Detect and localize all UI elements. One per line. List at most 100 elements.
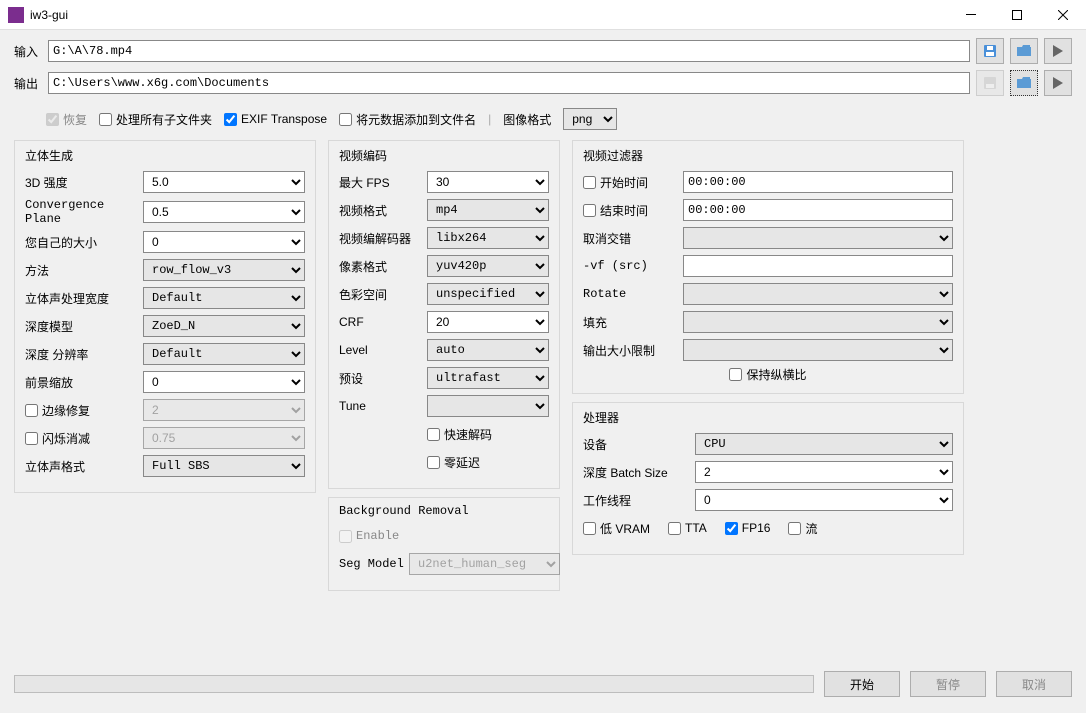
batch-select[interactable]: 2: [695, 461, 953, 483]
flicker-checkbox[interactable]: 闪烁消减: [25, 430, 143, 447]
seg-model-select: u2net_human_seg: [409, 553, 560, 575]
tune-select[interactable]: [427, 395, 549, 417]
keep-aspect-checkbox[interactable]: 保持纵横比: [729, 366, 806, 383]
stream-checkbox[interactable]: 流: [788, 520, 817, 537]
browse-output-button[interactable]: [1010, 70, 1038, 96]
strength-label: 3D 强度: [25, 174, 143, 191]
start-time-checkbox[interactable]: 开始时间: [583, 174, 683, 191]
progress-bar: [14, 675, 814, 693]
own-size-select[interactable]: 0: [143, 231, 305, 253]
edge-repair-select: 2: [143, 399, 305, 421]
max-fps-label: 最大 FPS: [339, 174, 427, 191]
maximize-button[interactable]: [994, 0, 1040, 30]
pause-button: 暂停: [910, 671, 986, 697]
colorspace-label: 色彩空间: [339, 286, 427, 303]
threads-label: 工作线程: [583, 492, 695, 509]
colorspace-select[interactable]: unspecified: [427, 283, 549, 305]
fp16-checkbox[interactable]: FP16: [725, 521, 771, 535]
foreground-scale-select[interactable]: 0: [143, 371, 305, 393]
vf-label: -vf (src): [583, 259, 683, 273]
processor-panel: 处理器 设备CPU 深度 Batch Size2 工作线程0 低 VRAM TT…: [572, 402, 964, 555]
batch-label: 深度 Batch Size: [583, 464, 695, 481]
video-format-label: 视频格式: [339, 202, 427, 219]
crf-select[interactable]: 20: [427, 311, 549, 333]
rotate-label: Rotate: [583, 287, 683, 301]
end-time-input[interactable]: [683, 199, 953, 221]
video-encode-panel: 视频编码 最大 FPS30 视频格式mp4 视频编解码器libx264 像素格式…: [328, 140, 560, 489]
pixfmt-label: 像素格式: [339, 258, 427, 275]
window-title: iw3-gui: [30, 8, 948, 22]
rotate-select[interactable]: [683, 283, 953, 305]
stereo-format-label: 立体声格式: [25, 458, 143, 475]
strength-select[interactable]: 5.0: [143, 171, 305, 193]
output-path-field[interactable]: [48, 72, 970, 94]
end-time-checkbox[interactable]: 结束时间: [583, 202, 683, 219]
stereo-panel: 立体生成 3D 强度5.0 Convergence Plane0.5 您自己的大…: [14, 140, 316, 493]
deinterlace-select[interactable]: [683, 227, 953, 249]
own-size-label: 您自己的大小: [25, 234, 143, 251]
crf-label: CRF: [339, 315, 427, 329]
deinterlace-label: 取消交错: [583, 230, 683, 247]
save-output-button: [976, 70, 1004, 96]
video-filter-panel: 视频过滤器 开始时间 结束时间 取消交错 -vf (src) Rotate 填充…: [572, 140, 964, 394]
codec-select[interactable]: libx264: [427, 227, 549, 249]
edge-repair-checkbox[interactable]: 边缘修复: [25, 402, 143, 419]
add-metadata-filename-checkbox[interactable]: 将元数据添加到文件名: [339, 111, 476, 128]
image-format-label: 图像格式: [503, 111, 551, 128]
process-subfolders-checkbox[interactable]: 处理所有子文件夹: [99, 111, 212, 128]
exif-transpose-checkbox[interactable]: EXIF Transpose: [224, 112, 327, 126]
low-vram-checkbox[interactable]: 低 VRAM: [583, 520, 650, 537]
start-time-input[interactable]: [683, 171, 953, 193]
level-select[interactable]: auto: [427, 339, 549, 361]
processor-title: 处理器: [583, 407, 953, 428]
play-input-button[interactable]: [1044, 38, 1072, 64]
video-encode-title: 视频编码: [339, 145, 549, 166]
stereo-width-select[interactable]: Default: [143, 287, 305, 309]
depth-model-select[interactable]: ZoeD_N: [143, 315, 305, 337]
pixfmt-select[interactable]: yuv420p: [427, 255, 549, 277]
method-select[interactable]: row_flow_v3: [143, 259, 305, 281]
depth-res-select[interactable]: Default: [143, 343, 305, 365]
method-label: 方法: [25, 262, 143, 279]
input-path-field[interactable]: [48, 40, 970, 62]
preset-select[interactable]: ultrafast: [427, 367, 549, 389]
bg-removal-title: Background Removal: [339, 502, 549, 520]
size-limit-label: 输出大小限制: [583, 342, 683, 359]
vf-input[interactable]: [683, 255, 953, 277]
video-filter-title: 视频过滤器: [583, 145, 953, 166]
restore-checkbox: 恢复: [46, 111, 87, 128]
minimize-button[interactable]: [948, 0, 994, 30]
tune-label: Tune: [339, 399, 427, 413]
browse-input-button[interactable]: [1010, 38, 1038, 64]
size-limit-select[interactable]: [683, 339, 953, 361]
cancel-button: 取消: [996, 671, 1072, 697]
fast-decode-checkbox[interactable]: 快速解码: [427, 426, 492, 443]
max-fps-select[interactable]: 30: [427, 171, 549, 193]
pad-label: 填充: [583, 314, 683, 331]
app-icon: [8, 7, 24, 23]
codec-label: 视频编解码器: [339, 230, 427, 247]
pad-select[interactable]: [683, 311, 953, 333]
level-label: Level: [339, 343, 427, 357]
save-input-button[interactable]: [976, 38, 1004, 64]
depth-res-label: 深度 分辨率: [25, 346, 143, 363]
separator: |: [488, 112, 491, 126]
convergence-label: Convergence Plane: [25, 198, 143, 226]
zero-latency-checkbox[interactable]: 零延迟: [427, 454, 480, 471]
video-format-select[interactable]: mp4: [427, 199, 549, 221]
preset-label: 预设: [339, 370, 427, 387]
close-button[interactable]: [1040, 0, 1086, 30]
device-label: 设备: [583, 436, 695, 453]
start-button[interactable]: 开始: [824, 671, 900, 697]
convergence-select[interactable]: 0.5: [143, 201, 305, 223]
play-output-button[interactable]: [1044, 70, 1072, 96]
threads-select[interactable]: 0: [695, 489, 953, 511]
output-label: 输出: [14, 75, 42, 92]
depth-model-label: 深度模型: [25, 318, 143, 335]
image-format-select[interactable]: png: [563, 108, 617, 130]
tta-checkbox[interactable]: TTA: [668, 521, 707, 535]
device-select[interactable]: CPU: [695, 433, 953, 455]
flicker-select: 0.75: [143, 427, 305, 449]
stereo-format-select[interactable]: Full SBS: [143, 455, 305, 477]
bg-enable-checkbox: Enable: [339, 529, 399, 543]
